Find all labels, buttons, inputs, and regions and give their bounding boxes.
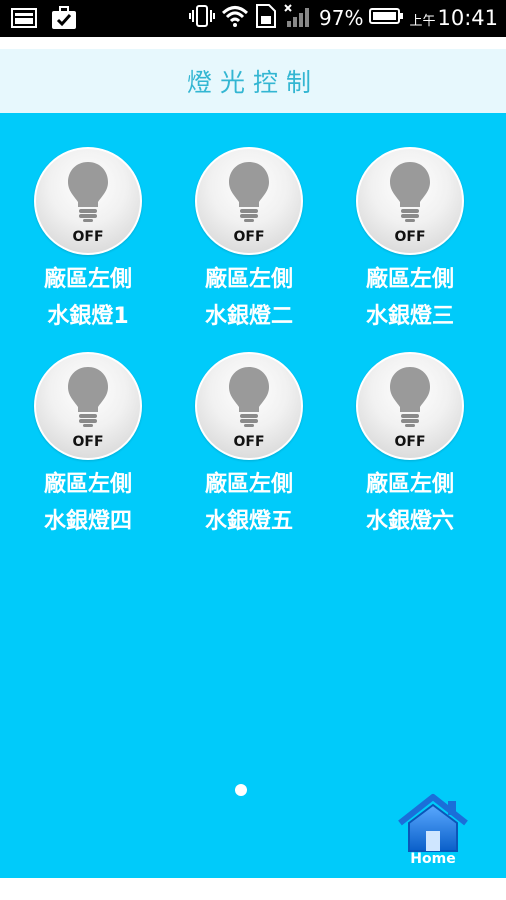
briefcase-icon — [50, 6, 78, 30]
light-label-line1: 廠區左側 — [204, 472, 293, 497]
wifi-icon — [221, 5, 249, 31]
header-spacer — [0, 37, 506, 49]
light-toggle-button[interactable]: OFF — [195, 147, 303, 255]
status-bar: 97% 上午 10:41 — [0, 0, 506, 37]
signal-icon — [283, 4, 313, 32]
clock-ampm: 上午 — [409, 14, 436, 29]
light-tile: OFF 廠區左側水銀燈五 — [189, 352, 309, 540]
light-label-line1: 廠區左側 — [204, 267, 293, 292]
title-bar: 燈光控制 — [0, 49, 506, 113]
light-toggle-button[interactable]: OFF — [34, 147, 142, 255]
lightbulb-icon — [390, 162, 430, 222]
vibrate-icon — [189, 5, 215, 31]
light-toggle-button[interactable]: OFF — [34, 352, 142, 460]
light-label-line1: 廠區左側 — [365, 267, 454, 292]
light-toggle-button[interactable]: OFF — [195, 352, 303, 460]
light-state: OFF — [233, 434, 265, 450]
light-label: 廠區左側 水銀燈三 — [350, 261, 470, 335]
light-tile: OFF 廠區左側水銀燈三 — [350, 147, 470, 335]
light-label-line2: 水銀燈四 — [43, 509, 132, 534]
image-icon — [10, 6, 38, 30]
light-label-line1: 廠區左側 — [43, 472, 132, 497]
lightbulb-icon — [390, 367, 430, 427]
bottom-bar — [0, 878, 506, 900]
light-label-line1: 廠區左側 — [365, 472, 454, 497]
system-indicators: 97% 上午 10:41 — [189, 4, 498, 32]
battery-percent: 97% — [319, 6, 364, 30]
home-label: Home — [410, 851, 456, 867]
light-label-line2: 水銀燈三 — [365, 304, 454, 329]
light-state: OFF — [394, 229, 426, 245]
clock-time: 10:41 — [437, 6, 498, 30]
light-label: 廠區左側 水銀燈二 — [189, 261, 309, 335]
lightbulb-icon — [68, 367, 108, 427]
light-tile: OFF 廠區左側水銀燈四 — [28, 352, 148, 540]
home-icon — [398, 794, 468, 852]
battery-icon — [369, 8, 404, 28]
light-state: OFF — [72, 229, 104, 245]
light-state: OFF — [394, 434, 426, 450]
home-button[interactable]: Home — [396, 793, 470, 873]
light-toggle-button[interactable]: OFF — [356, 352, 464, 460]
light-label-line2: 水銀燈六 — [365, 509, 454, 534]
light-label: 廠區左側 水銀燈四 — [28, 466, 148, 540]
light-label-line1: 廠區左側 — [43, 267, 132, 292]
lightbulb-icon — [68, 162, 108, 222]
page-indicator-dot — [235, 784, 247, 796]
light-label: 廠區左側水銀燈1 — [28, 261, 148, 335]
page-title: 燈光控制 — [186, 68, 319, 97]
light-state: OFF — [233, 229, 265, 245]
notification-icons — [10, 6, 78, 30]
light-toggle-button[interactable]: OFF — [356, 147, 464, 255]
light-tile: OFF 廠區左側水銀燈1 — [28, 147, 148, 335]
lightbulb-icon — [229, 162, 269, 222]
light-state: OFF — [72, 434, 104, 450]
light-label-line2: 水銀燈二 — [204, 304, 293, 329]
sim-icon — [255, 4, 277, 32]
light-tile: OFF 廠區左側水銀燈二 — [189, 147, 309, 335]
light-label-line2: 水銀燈1 — [47, 304, 129, 329]
light-control-panel: OFF 廠區左側 水銀燈1 OFF 廠區左側 水銀燈二 OFF 廠區左側 水銀燈三 OFF 廠區左側… — [0, 113, 506, 878]
light-label-line2: 水銀燈五 — [204, 509, 293, 534]
light-label: 廠區左側 水銀燈六 — [350, 466, 470, 540]
lightbulb-icon — [229, 367, 269, 427]
light-tile: OFF 廠區左側水銀燈六 — [350, 352, 470, 540]
light-label: 廠區左側 水銀燈五 — [189, 466, 309, 540]
clock: 上午 10:41 — [409, 6, 498, 30]
